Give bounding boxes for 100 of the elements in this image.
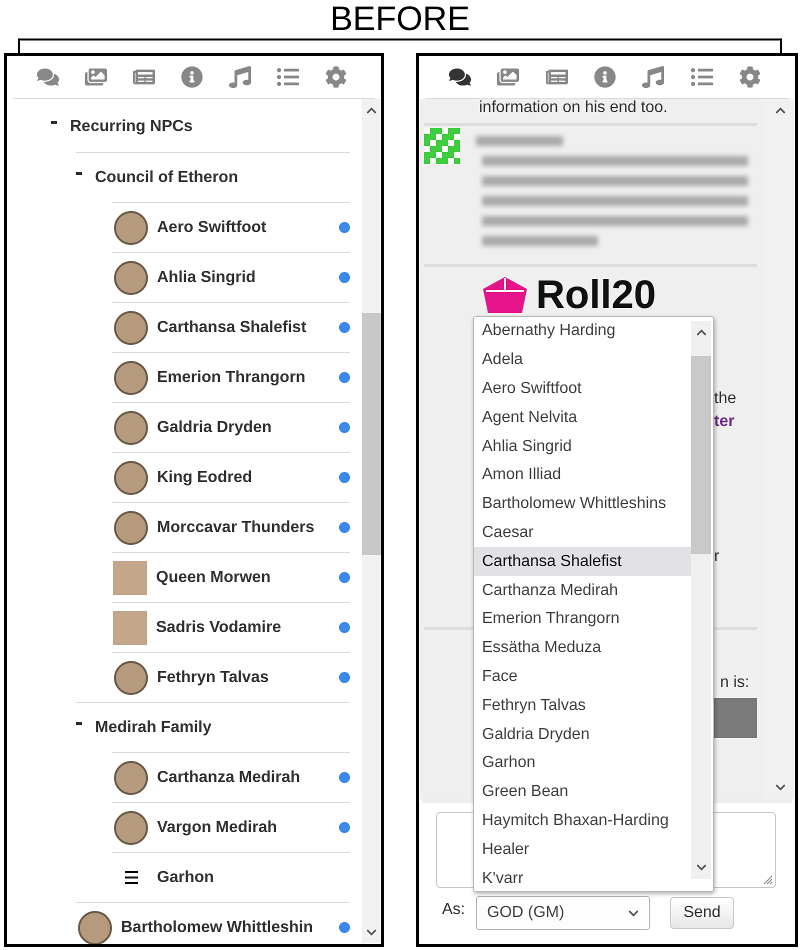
scrollbar[interactable] [362, 99, 381, 944]
pictures-icon [497, 66, 520, 88]
chevron-up-icon[interactable] [696, 327, 706, 338]
speak-as-label: As: [442, 901, 466, 919]
info-icon [181, 66, 203, 88]
avatar [114, 460, 148, 494]
chat-text: the [714, 389, 738, 409]
menu-icon [124, 871, 138, 884]
avatar [114, 510, 148, 544]
dropdown-option[interactable]: Essätha Meduza [474, 634, 691, 663]
pictures-icon [85, 66, 107, 88]
character-row[interactable]: Ahlia Singrid [112, 252, 350, 302]
character-name: Fethryn Talvas [157, 668, 270, 686]
character-name: Emerion Thrangorn [157, 368, 306, 386]
character-row[interactable]: Sadris Vodamire [112, 602, 350, 652]
dropdown-option[interactable]: Carthanza Medirah [474, 576, 691, 605]
character-row[interactable]: Queen Morwen [112, 552, 350, 602]
chat-icon [37, 66, 59, 88]
character-row[interactable]: Galdria Dryden [112, 402, 350, 452]
character-row[interactable]: Garhon [112, 852, 350, 902]
dropdown-option[interactable]: Fethryn Talvas [474, 691, 691, 720]
character-name: Queen Morwen [156, 568, 272, 586]
folder-name[interactable]: Medirah Family [95, 718, 212, 736]
dropdown-option[interactable]: Healer [474, 835, 691, 864]
character-row[interactable]: Vargon Medirah [112, 802, 350, 852]
avatar [113, 610, 147, 644]
avatar [114, 260, 148, 294]
dropdown-option[interactable]: Agent Nelvita [474, 403, 691, 432]
dropdown-option[interactable]: Adela [474, 346, 691, 375]
avatar [113, 560, 147, 594]
character-name: Carthanza Medirah [157, 768, 302, 786]
avatar [114, 210, 148, 244]
identicon-avatar [424, 128, 460, 164]
dropdown-option[interactable]: Garhon [474, 748, 691, 778]
dropdown-option[interactable]: Ahlia Singrid [474, 432, 691, 461]
character-name: King Eodred [157, 468, 254, 486]
music-icon [642, 66, 664, 88]
character-row[interactable]: Emerion Thrangorn [112, 352, 350, 402]
chevron-down-icon[interactable] [366, 927, 377, 938]
dropdown-option[interactable]: Galdria Dryden [474, 720, 691, 749]
character-row[interactable]: Bartholomew Whittleshin [76, 902, 350, 944]
dropdown-option[interactable]: Green Bean [474, 778, 691, 807]
character-name: Ahlia Singrid [157, 268, 257, 286]
character-name: Galdria Dryden [157, 418, 273, 436]
settings-icon [325, 66, 347, 88]
resize-grip-icon[interactable] [761, 873, 773, 885]
info-tab[interactable] [179, 64, 205, 90]
character-name: Sadris Vodamire [156, 618, 282, 636]
heading: BEFORE [329, 0, 471, 38]
speak-as-select[interactable]: GOD (GM) [476, 896, 650, 930]
music-tab[interactable] [640, 64, 666, 90]
logo-icon [480, 275, 530, 315]
dropdown-option[interactable]: Carthansa Shalefist [474, 547, 691, 576]
avatar [114, 410, 148, 444]
dropdown-option[interactable]: Bartholomew Whittleshins [474, 490, 691, 519]
collapse-icon[interactable] [76, 172, 82, 174]
dropdown-option[interactable]: Aero Swiftfoot [474, 374, 691, 404]
settings-tab[interactable] [323, 64, 349, 90]
avatar [114, 810, 148, 844]
avatar [114, 360, 148, 394]
send-button[interactable]: Send [670, 897, 734, 929]
settings-icon [738, 66, 761, 88]
avatar [114, 760, 148, 794]
character-name: Aero Swiftfoot [157, 218, 268, 236]
collapse-icon[interactable] [76, 722, 82, 724]
folder-name[interactable]: Recurring NPCs [70, 118, 193, 136]
chat-icon [449, 66, 471, 88]
chat-text: n is: [720, 674, 750, 692]
character-name: Carthansa Shalefist [157, 318, 308, 336]
avatar [114, 660, 148, 694]
dropdown-option[interactable]: Caesar [474, 518, 691, 548]
dropdown-option[interactable]: K'varr [474, 864, 691, 891]
dropdown-option[interactable]: Abernathy Harding [474, 317, 691, 346]
scrollbar-thumb[interactable] [691, 356, 711, 554]
character-row[interactable]: Aero Swiftfoot [112, 202, 350, 252]
chevron-up-icon[interactable] [366, 105, 377, 116]
chat-text: r [714, 547, 720, 567]
character-name: Vargon Medirah [157, 818, 278, 836]
character-name: Bartholomew Whittleshin [121, 918, 314, 936]
music-icon [229, 66, 251, 88]
character-name: Garhon [157, 868, 215, 886]
scrollbar[interactable] [691, 321, 711, 879]
chevron-down-icon[interactable] [696, 862, 706, 873]
info-tab[interactable] [592, 64, 618, 90]
character-row[interactable]: King Eodred [112, 452, 350, 502]
dropdown-option[interactable]: Haymitch Bhaxan-Harding [474, 806, 691, 836]
music-tab[interactable] [227, 64, 253, 90]
chevron-up-icon[interactable] [774, 105, 786, 116]
scrollbar-thumb[interactable] [362, 313, 381, 555]
chat-link[interactable]: ter [714, 410, 765, 433]
dropdown-option[interactable]: Amon Illiad [474, 460, 691, 490]
chat-message: information on his end too. [478, 99, 669, 117]
character-row[interactable]: Morccavar Thunders [112, 502, 350, 552]
character-row[interactable]: Fethryn Talvas [112, 652, 350, 702]
dropdown-option[interactable]: Face [474, 662, 691, 692]
folder-name[interactable]: Council of Etheron [95, 168, 238, 186]
character-row[interactable]: Carthanza Medirah [112, 752, 350, 802]
dropdown-option[interactable]: Emerion Thrangorn [474, 604, 691, 634]
chevron-down-icon[interactable] [774, 782, 786, 793]
character-row[interactable]: Carthansa Shalefist [112, 302, 350, 352]
